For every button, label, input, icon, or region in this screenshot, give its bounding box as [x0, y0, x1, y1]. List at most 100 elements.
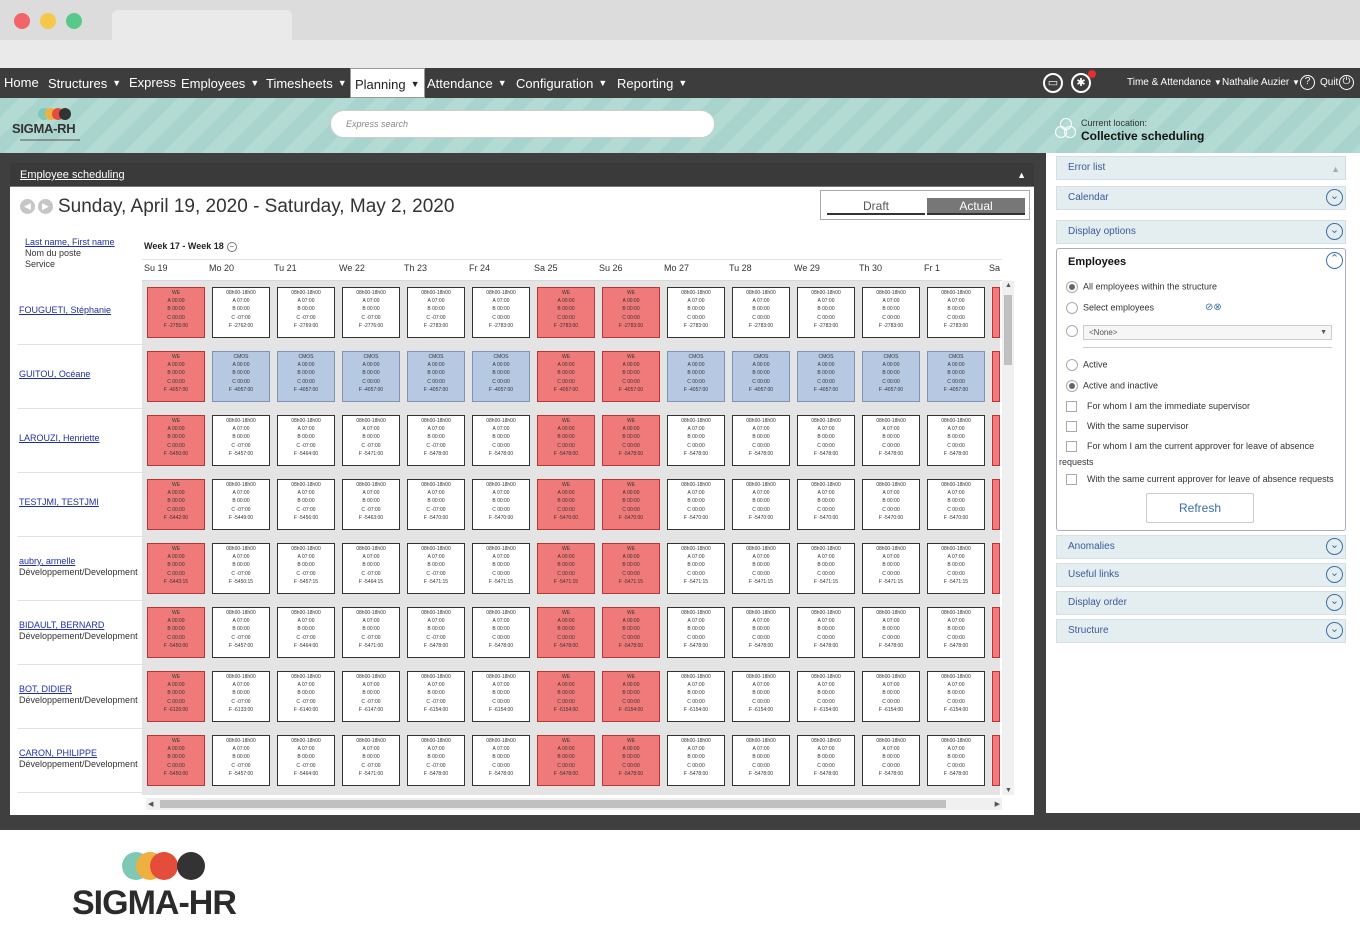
module-menu[interactable]: Time & Attendance ▼	[1127, 68, 1222, 98]
nav-item-reporting[interactable]: Reporting ▼	[617, 68, 687, 98]
employee-name-link[interactable]: TESTJMI, TESTJMI	[19, 497, 99, 507]
expand-icon[interactable]: ⌄	[1326, 594, 1343, 611]
schedule-cell[interactable]: 08h00-18h00 A 07:00 B 00:00 C -07:00 F -2776…	[342, 287, 400, 338]
schedule-cell[interactable]: 08h00-18h00 A 07:00 B 00:00 C 00:00 F -6154:…	[927, 671, 985, 722]
schedule-cell[interactable]: WE A 00:00 B 00:00 C 00:00 F -5450:00	[147, 415, 205, 466]
schedule-cell[interactable]: 08h00-18h00 A 07:00 B 00:00 C 00:00 F -5478:…	[472, 735, 530, 786]
schedule-cell[interactable]: 08h00-18h00 A 07:00 B 00:00 C -07:00 F -2769…	[277, 287, 335, 338]
browser-tab[interactable]	[112, 10, 292, 40]
same-approver-checkbox[interactable]: With the same current approver for leave…	[1066, 474, 1334, 486]
schedule-cell[interactable]: 08h00-18h00 A 07:00 B 00:00 C -07:00 F -2762…	[212, 287, 270, 338]
user-menu[interactable]: Nathalie Auzier ▼	[1222, 68, 1300, 98]
schedule-cell[interactable]: 08h00-18h00 A 07:00 B 00:00 C 00:00 F -5478:…	[927, 415, 985, 466]
schedule-cell[interactable]: 08h00-18h00 A 07:00 B 00:00 C -07:00 F -5449…	[212, 479, 270, 530]
employee-name-link[interactable]: BOT, DIDIER	[19, 684, 72, 694]
schedule-cell[interactable]: CMOS A 00:00 B 00:00 C 00:00 F -4057:00	[212, 351, 270, 402]
schedule-cell[interactable]: 08h00-18h00 A 07:00 B 00:00 C -07:00 F -5478…	[407, 735, 465, 786]
schedule-cell[interactable]: 08h00-18h00 A 07:00 B 00:00 C -07:00 F -5464…	[342, 543, 400, 594]
maximize-window-icon[interactable]	[66, 13, 82, 29]
expand-icon[interactable]: ⌄	[1326, 622, 1343, 639]
employee-name-link[interactable]: BIDAULT, BERNARD	[19, 620, 104, 630]
schedule-cell[interactable]: 08h00-18h00 A 07:00 B 00:00 C 00:00 F -5470:…	[927, 479, 985, 530]
schedule-cell[interactable]: 08h00-18h00 A 07:00 B 00:00 C 00:00 F -2783:…	[667, 287, 725, 338]
schedule-cell[interactable]	[992, 671, 1000, 722]
schedule-cell[interactable]: WE A 00:00 B 00:00 C 00:00 F -5443:15	[147, 543, 205, 594]
current-approver-checkbox[interactable]: For whom I am the current approver for l…	[1066, 441, 1314, 453]
schedule-cell[interactable]: 08h00-18h00 A 07:00 B 00:00 C -07:00 F -5471…	[407, 543, 465, 594]
schedule-cell[interactable]: WE A 00:00 B 00:00 C 00:00 F -4057:00	[147, 351, 205, 402]
schedule-cell[interactable]: WE A 00:00 B 00:00 C 00:00 F -4057:00	[537, 351, 595, 402]
schedule-cell[interactable]: 08h00-18h00 A 07:00 B 00:00 C 00:00 F -5478:…	[667, 607, 725, 658]
nav-item-attendance[interactable]: Attendance ▼	[427, 68, 507, 98]
schedule-cell[interactable]: 08h00-18h00 A 07:00 B 00:00 C 00:00 F -5470:…	[862, 479, 920, 530]
schedule-cell[interactable]: 08h00-18h00 A 07:00 B 00:00 C 00:00 F -5471:…	[667, 543, 725, 594]
schedule-cell[interactable]: 08h00-18h00 A 07:00 B 00:00 C -07:00 F -6147…	[342, 671, 400, 722]
power-icon[interactable]: ⏻	[1339, 75, 1354, 90]
minimize-window-icon[interactable]	[40, 13, 56, 29]
refresh-button[interactable]: Refresh	[1146, 493, 1254, 523]
collapse-icon[interactable]: ▲	[1017, 163, 1026, 187]
schedule-cell[interactable]: 08h00-18h00 A 07:00 B 00:00 C -07:00 F -5464…	[277, 607, 335, 658]
schedule-cell[interactable]: 08h00-18h00 A 07:00 B 00:00 C 00:00 F -5471:…	[472, 543, 530, 594]
sigma-rh-logo[interactable]: SIGMA-RH	[12, 106, 92, 146]
employee-name-link[interactable]: aubry, armelle	[19, 556, 75, 566]
schedule-cell[interactable]: 08h00-18h00 A 07:00 B 00:00 C 00:00 F -5478:…	[732, 607, 790, 658]
sort-by-name-link[interactable]: Last name, First name	[25, 237, 115, 247]
schedule-cell[interactable]: 08h00-18h00 A 07:00 B 00:00 C 00:00 F -5470:…	[797, 479, 855, 530]
nav-item-express[interactable]: Express	[129, 68, 176, 98]
schedule-cell[interactable]: 08h00-18h00 A 07:00 B 00:00 C 00:00 F -5478:…	[667, 735, 725, 786]
active-option[interactable]: Active	[1066, 359, 1108, 371]
schedule-cell[interactable]	[992, 543, 1000, 594]
display-options-section[interactable]: Display options ⌄	[1056, 220, 1346, 244]
expand-icon[interactable]: ⌄	[1326, 538, 1343, 555]
schedule-cell[interactable]: 08h00-18h00 A 07:00 B 00:00 C -07:00 F -5471…	[342, 735, 400, 786]
schedule-cell[interactable]: 08h00-18h00 A 07:00 B 00:00 C 00:00 F -5478:…	[472, 415, 530, 466]
schedule-cell[interactable]: 08h00-18h00 A 07:00 B 00:00 C 00:00 F -2783:…	[862, 287, 920, 338]
schedule-cell[interactable]: 08h00-18h00 A 07:00 B 00:00 C 00:00 F -5478:…	[927, 607, 985, 658]
all-employees-option[interactable]: All employees within the structure	[1066, 281, 1217, 293]
schedule-cell[interactable]: WE A 00:00 B 00:00 C 00:00 F -5478:00	[537, 607, 595, 658]
schedule-cell[interactable]: WE A 00:00 B 00:00 C 00:00 F -6154:00	[602, 671, 660, 722]
schedule-cell[interactable]: 08h00-18h00 A 07:00 B 00:00 C 00:00 F -5471:…	[862, 543, 920, 594]
expand-icon[interactable]: ⌄	[1326, 189, 1343, 206]
immediate-supervisor-checkbox[interactable]: For whom I am the immediate supervisor	[1066, 401, 1250, 413]
schedule-cell[interactable]: 08h00-18h00 A 07:00 B 00:00 C 00:00 F -5471:…	[927, 543, 985, 594]
schedule-cell[interactable]: 08h00-18h00 A 07:00 B 00:00 C -07:00 F -5478…	[407, 607, 465, 658]
schedule-cell[interactable]: WE A 00:00 B 00:00 C 00:00 F -5442:00	[147, 479, 205, 530]
active-inactive-option[interactable]: Active and inactive	[1066, 380, 1158, 392]
schedule-cell[interactable]: CMOS A 00:00 B 00:00 C 00:00 F -4057:00	[797, 351, 855, 402]
nav-item-timesheets[interactable]: Timesheets ▼	[266, 68, 347, 98]
display-order-section[interactable]: Display order ⌄	[1056, 591, 1346, 615]
vertical-scrollbar[interactable]: ▲ ▼	[1002, 281, 1014, 795]
schedule-cell[interactable]: 08h00-18h00 A 07:00 B 00:00 C 00:00 F -2783:…	[797, 287, 855, 338]
schedule-cell[interactable]: 08h00-18h00 A 07:00 B 00:00 C -07:00 F -5471…	[342, 415, 400, 466]
panel-header[interactable]: Employee scheduling ▲	[10, 163, 1034, 187]
schedule-cell[interactable]: WE A 00:00 B 00:00 C 00:00 F -5471:15	[537, 543, 595, 594]
employee-name-link[interactable]: LAROUZI, Henriette	[19, 433, 100, 443]
nav-item-home[interactable]: Home	[4, 68, 39, 98]
calendar-section[interactable]: Calendar ⌄	[1056, 186, 1346, 210]
schedule-cell[interactable]: 08h00-18h00 A 07:00 B 00:00 C -07:00 F -5470…	[407, 479, 465, 530]
schedule-cell[interactable]: 08h00-18h00 A 07:00 B 00:00 C -07:00 F -6140…	[277, 671, 335, 722]
schedule-cell[interactable]: CMOS A 00:00 B 00:00 C 00:00 F -4057:00	[472, 351, 530, 402]
schedule-cell[interactable]: WE A 00:00 B 00:00 C 00:00 F -5478:00	[537, 735, 595, 786]
schedule-cell[interactable]: 08h00-18h00 A 07:00 B 00:00 C 00:00 F -5478:…	[797, 607, 855, 658]
employee-name-link[interactable]: GUITOU, Océane	[19, 369, 90, 379]
draft-tab[interactable]: Draft	[827, 198, 925, 215]
schedule-cell[interactable]: CMOS A 00:00 B 00:00 C 00:00 F -4057:00	[927, 351, 985, 402]
schedule-cell[interactable]: WE A 00:00 B 00:00 C 00:00 F -5450:00	[147, 735, 205, 786]
schedule-cell[interactable]	[992, 415, 1000, 466]
schedule-cell[interactable]: 08h00-18h00 A 07:00 B 00:00 C 00:00 F -2783:…	[472, 287, 530, 338]
anomalies-section[interactable]: Anomalies ⌄	[1056, 535, 1346, 559]
schedule-cell[interactable]: 08h00-18h00 A 07:00 B 00:00 C 00:00 F -2783:…	[732, 287, 790, 338]
same-supervisor-checkbox[interactable]: With the same supervisor	[1066, 421, 1189, 433]
schedule-cell[interactable]: 08h00-18h00 A 07:00 B 00:00 C 00:00 F -6154:…	[732, 671, 790, 722]
expand-icon[interactable]: ⌄	[1326, 566, 1343, 583]
schedule-cell[interactable]: 08h00-18h00 A 07:00 B 00:00 C 00:00 F -5471:…	[797, 543, 855, 594]
select-employees-option[interactable]: Select employees	[1066, 302, 1154, 314]
schedule-cell[interactable]: 08h00-18h00 A 07:00 B 00:00 C 00:00 F -5470:…	[472, 479, 530, 530]
help-icon[interactable]: ?	[1300, 75, 1315, 90]
schedule-cell[interactable]: 08h00-18h00 A 07:00 B 00:00 C -07:00 F -5457…	[277, 543, 335, 594]
schedule-cell[interactable]: 08h00-18h00 A 07:00 B 00:00 C 00:00 F -6154:…	[472, 671, 530, 722]
expand-icon[interactable]: ⌄	[1326, 223, 1343, 240]
